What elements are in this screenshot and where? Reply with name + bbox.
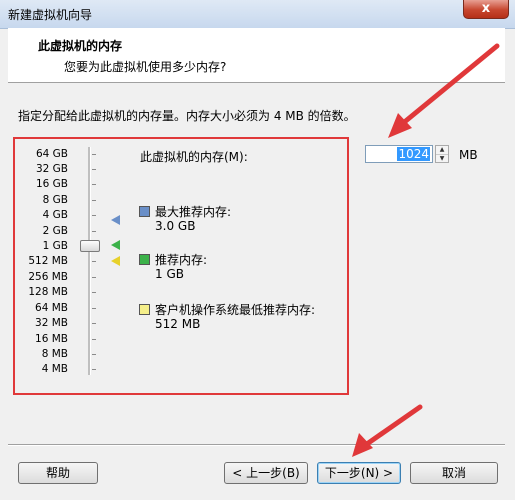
slider-tick: 8 GB <box>42 194 68 206</box>
back-button[interactable]: < 上一步(B) <box>224 462 308 484</box>
slider-tickmark <box>92 154 96 155</box>
min-recommended-value: 512 MB <box>155 317 201 331</box>
slider-tick: 32 MB <box>35 317 68 329</box>
memory-slider-track[interactable] <box>88 147 91 375</box>
memory-spinner[interactable]: ▲ ▼ <box>435 145 449 163</box>
min-recommended-swatch-icon <box>139 304 150 315</box>
max-recommended-value: 3.0 GB <box>155 219 196 233</box>
page-title: 此虚拟机的内存 <box>38 39 123 53</box>
slider-tickmark <box>92 369 96 370</box>
slider-tickmark <box>92 354 96 355</box>
max-recommended-swatch-icon <box>139 206 150 217</box>
slider-tickmark <box>92 184 96 185</box>
memory-description: 指定分配给此虚拟机的内存量。内存大小必须为 4 MB 的倍数。 <box>18 109 356 123</box>
slider-tick: 4 GB <box>42 209 68 221</box>
footer-separator <box>8 444 505 446</box>
slider-tick: 16 GB <box>35 178 68 190</box>
memory-size-value: 1024 <box>397 147 430 161</box>
memory-slider-thumb[interactable] <box>80 240 100 252</box>
slider-tickmark <box>92 261 96 262</box>
slider-tick: 64 MB <box>35 302 68 314</box>
window-title: 新建虚拟机向导 <box>8 8 93 22</box>
slider-tick: 64 GB <box>35 148 68 160</box>
slider-tick: 32 GB <box>35 163 68 175</box>
slider-tickmark <box>92 277 96 278</box>
slider-tick: 256 MB <box>28 271 68 283</box>
memory-unit: MB <box>459 148 478 162</box>
memory-size-input[interactable]: 1024 <box>365 145 433 163</box>
spin-down-icon[interactable]: ▼ <box>436 155 448 163</box>
page-subtitle: 您要为此虚拟机使用多少内存? <box>64 60 227 74</box>
slider-tickmark <box>92 231 96 232</box>
slider-tickmark <box>92 339 96 340</box>
slider-tickmark <box>92 308 96 309</box>
max-recommended-marker-icon <box>111 215 120 225</box>
slider-tick: 1 GB <box>42 240 68 252</box>
close-button[interactable]: x <box>463 0 509 19</box>
slider-tick: 16 MB <box>35 333 68 345</box>
max-recommended-label: 最大推荐内存: <box>155 205 232 219</box>
slider-tick: 512 MB <box>28 255 68 267</box>
slider-tick: 2 GB <box>42 225 68 237</box>
memory-label: 此虚拟机的内存(M): <box>140 150 248 164</box>
slider-tick: 8 MB <box>41 348 68 360</box>
slider-tick: 4 MB <box>41 363 68 375</box>
spin-up-icon[interactable]: ▲ <box>436 146 448 155</box>
cancel-button[interactable]: 取消 <box>410 462 498 484</box>
recommended-marker-icon <box>111 240 120 250</box>
recommended-value: 1 GB <box>155 267 184 281</box>
wizard-header: 此虚拟机的内存 您要为此虚拟机使用多少内存? <box>8 28 505 83</box>
recommended-label: 推荐内存: <box>155 253 208 267</box>
title-bar: 新建虚拟机向导 x <box>0 0 515 29</box>
min-recommended-label: 客户机操作系统最低推荐内存: <box>155 303 316 317</box>
slider-tickmark <box>92 200 96 201</box>
slider-tickmark <box>92 169 96 170</box>
slider-tick: 128 MB <box>28 286 68 298</box>
help-button[interactable]: 帮助 <box>18 462 98 484</box>
slider-tickmark <box>92 215 96 216</box>
slider-tickmark <box>92 292 96 293</box>
slider-tickmark <box>92 323 96 324</box>
wizard-body: 此虚拟机的内存 您要为此虚拟机使用多少内存? 指定分配给此虚拟机的内存量。内存大… <box>8 28 505 494</box>
recommended-swatch-icon <box>139 254 150 265</box>
min-recommended-marker-icon <box>111 256 120 266</box>
next-button[interactable]: 下一步(N) > <box>317 462 401 484</box>
